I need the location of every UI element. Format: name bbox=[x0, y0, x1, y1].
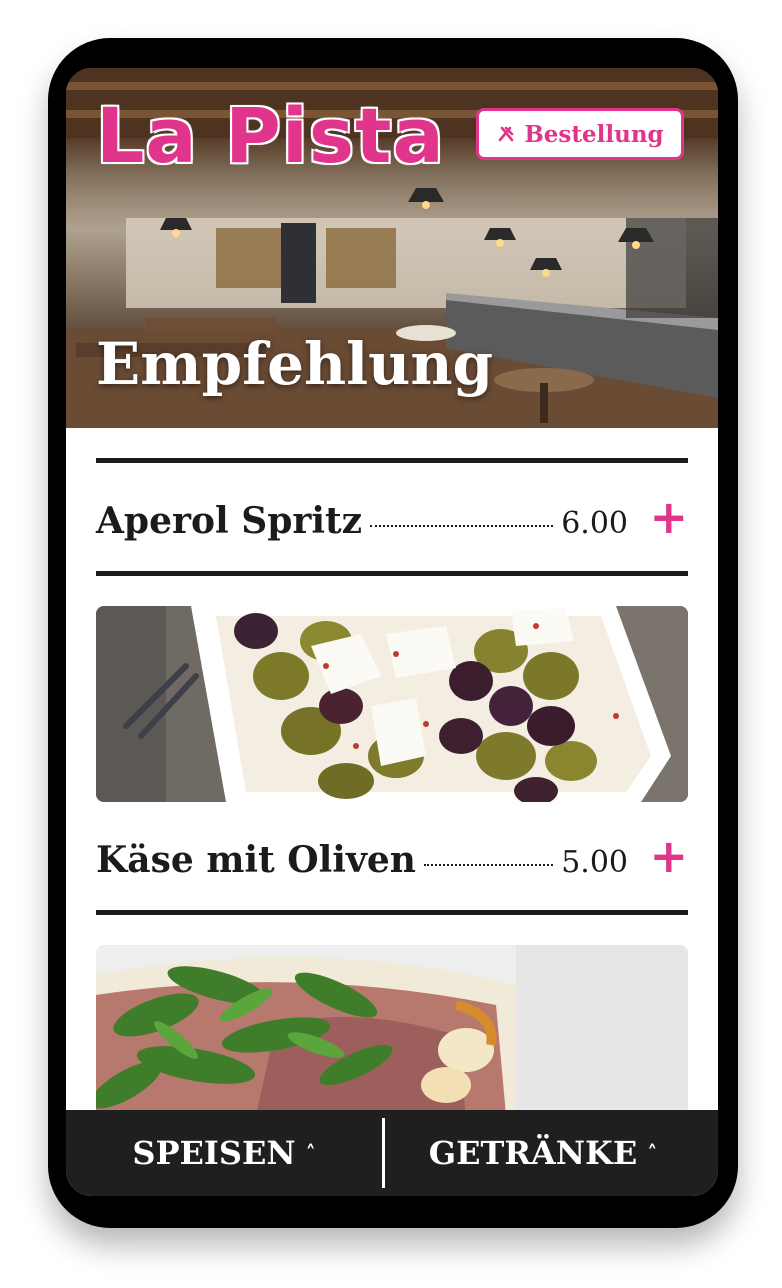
order-button-label: Bestellung bbox=[524, 120, 664, 148]
olives-cheese-image bbox=[96, 606, 688, 802]
fork-knife-icon bbox=[499, 126, 514, 142]
item-name: Aperol Spritz bbox=[96, 500, 363, 542]
hero-banner: La Pista Bestellung Empfehlung bbox=[66, 68, 718, 428]
tab-label: GETRÄNKE bbox=[428, 1134, 638, 1172]
pizza-image bbox=[96, 945, 688, 1115]
order-button[interactable]: Bestellung bbox=[476, 108, 684, 160]
item-photo-olives bbox=[96, 606, 688, 802]
chevron-up-icon: ˄ bbox=[647, 1141, 658, 1165]
section-title: Empfehlung bbox=[96, 330, 494, 398]
phone-frame: La Pista Bestellung Empfehlung Aperol Sp… bbox=[48, 38, 738, 1228]
add-item-button[interactable]: + bbox=[628, 463, 688, 571]
tab-speisen[interactable]: SPEISEN ˄ bbox=[66, 1110, 382, 1196]
menu-item: Aperol Spritz 6.00 + bbox=[96, 463, 688, 571]
menu-item: Käse mit Oliven 5.00 + bbox=[96, 802, 688, 910]
add-item-button[interactable]: + bbox=[628, 802, 688, 910]
dot-leader bbox=[423, 863, 554, 866]
bottom-nav: SPEISEN ˄ GETRÄNKE ˄ bbox=[66, 1110, 718, 1196]
item-name: Käse mit Oliven bbox=[96, 839, 416, 881]
tab-getraenke[interactable]: GETRÄNKE ˄ bbox=[385, 1110, 701, 1196]
tab-label: SPEISEN bbox=[132, 1134, 296, 1172]
app-screen: La Pista Bestellung Empfehlung Aperol Sp… bbox=[66, 68, 718, 1196]
item-price: 6.00 bbox=[561, 506, 628, 541]
dot-leader bbox=[370, 524, 554, 527]
chevron-up-icon: ˄ bbox=[305, 1141, 316, 1165]
brand-logo: La Pista bbox=[96, 91, 445, 180]
menu-list: Aperol Spritz 6.00 + Käse mit Oliven 5.0… bbox=[96, 458, 688, 1115]
item-price: 5.00 bbox=[561, 845, 628, 880]
item-photo-pizza bbox=[96, 945, 688, 1115]
